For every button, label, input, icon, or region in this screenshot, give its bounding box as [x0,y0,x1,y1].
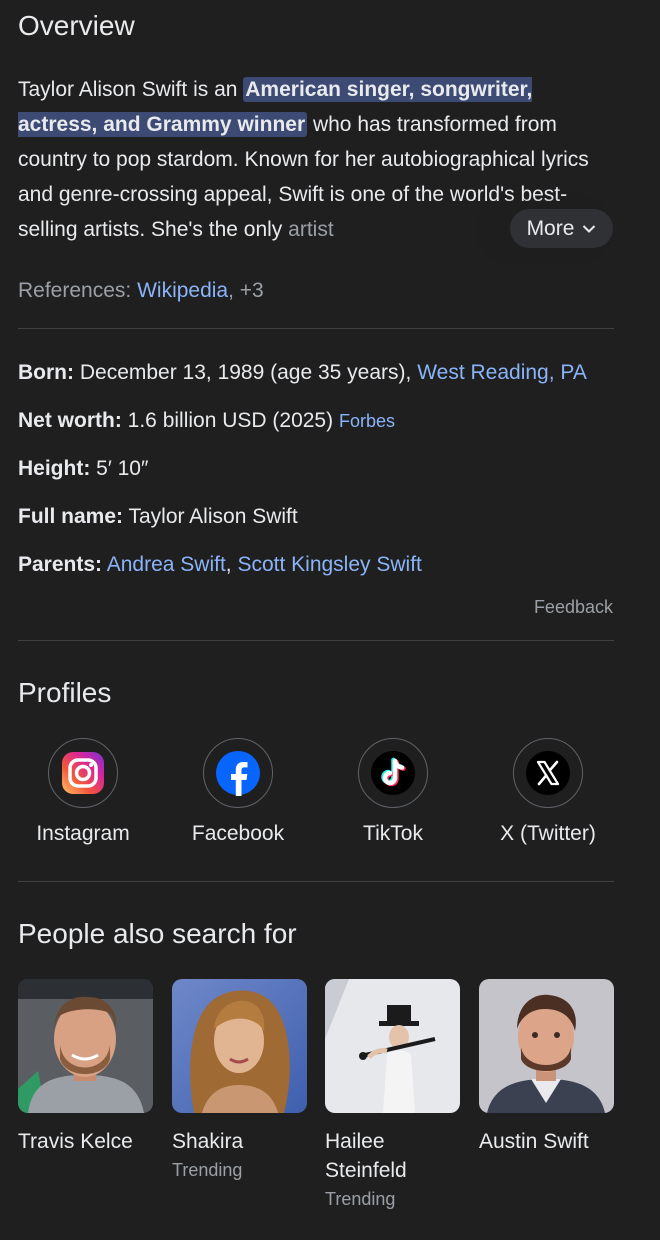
net-worth-value: 1.6 billion USD (2025) [127,409,339,432]
facebook-icon [216,751,260,796]
person-photo [18,979,153,1113]
more-button[interactable]: More [510,209,613,248]
person-trending: Trending [325,1189,396,1209]
person-photo [479,979,614,1113]
person-card-travis-kelce[interactable]: Travis Kelce [18,979,153,1156]
tiktok-icon [371,751,415,795]
person-card-austin-swift[interactable]: Austin Swift [479,979,614,1156]
overview-title: Overview [18,10,135,41]
height-value: 5′ 10″ [96,457,149,480]
profile-label: Facebook [191,822,285,845]
person-name: Hailee Steinfeld [325,1130,407,1182]
person-photo [172,979,307,1113]
person-photo [325,979,460,1113]
person-card-shakira[interactable]: Shakira Trending [172,979,307,1181]
born-label: Born: [18,361,74,384]
overview-text-fade: artist [288,218,334,241]
divider [18,640,614,641]
people-title: People also search for [18,918,297,949]
profile-tiktok[interactable]: TikTok [318,738,468,846]
person-name: Austin Swift [479,1130,589,1153]
height-label: Height: [18,457,91,480]
profile-label: X (Twitter) [500,822,596,845]
more-button-label: More [526,216,575,240]
net-worth-label: Net worth: [18,409,122,432]
person-name: Shakira [172,1130,244,1153]
divider [18,328,614,329]
profile-x-twitter[interactable]: X (Twitter) [473,738,623,846]
wikipedia-link[interactable]: Wikipedia [137,279,228,302]
fact-parents: Parents: Andrea Swift, Scott Kingsley Sw… [18,553,422,577]
fact-net-worth: Net worth: 1.6 billion USD (2025) Forbes [18,409,395,433]
instagram-icon [62,752,104,794]
knowledge-panel: Overview Taylor Alison Swift is an Ameri… [0,0,660,1240]
forbes-link[interactable]: Forbes [339,411,395,431]
fact-height: Height: 5′ 10″ [18,457,148,481]
parents-label: Parents: [18,553,103,576]
born-place-link[interactable]: West Reading, PA [417,361,587,384]
full-name-label: Full name: [18,505,124,528]
profile-instagram[interactable]: Instagram [8,738,158,846]
divider [18,881,614,882]
parent-andrea-link[interactable]: Andrea Swift [107,553,226,576]
profile-label: Instagram [36,822,130,845]
parents-separator: , [225,553,238,576]
feedback-link[interactable]: Feedback [534,597,613,618]
fact-born: Born: December 13, 1989 (age 35 years), … [18,361,587,385]
references-label: References: [18,279,132,302]
profile-label: TikTok [363,822,423,845]
person-trending: Trending [172,1160,243,1180]
overview-text-start: Taylor Alison Swift is an [18,78,244,101]
references: References: Wikipedia, +3 [18,279,264,303]
x-icon [526,751,570,795]
profile-facebook[interactable]: Facebook [163,738,313,846]
chevron-down-icon [583,224,596,233]
profiles-title: Profiles [18,677,112,708]
born-value: December 13, 1989 (age 35 years), [79,361,418,384]
full-name-value: Taylor Alison Swift [128,505,298,528]
fact-full-name: Full name: Taylor Alison Swift [18,505,298,529]
references-extra[interactable]: , +3 [228,279,264,302]
person-card-hailee-steinfeld[interactable]: Hailee Steinfeld Trending [325,979,460,1210]
person-name: Travis Kelce [18,1130,133,1153]
parent-scott-link[interactable]: Scott Kingsley Swift [237,553,421,576]
